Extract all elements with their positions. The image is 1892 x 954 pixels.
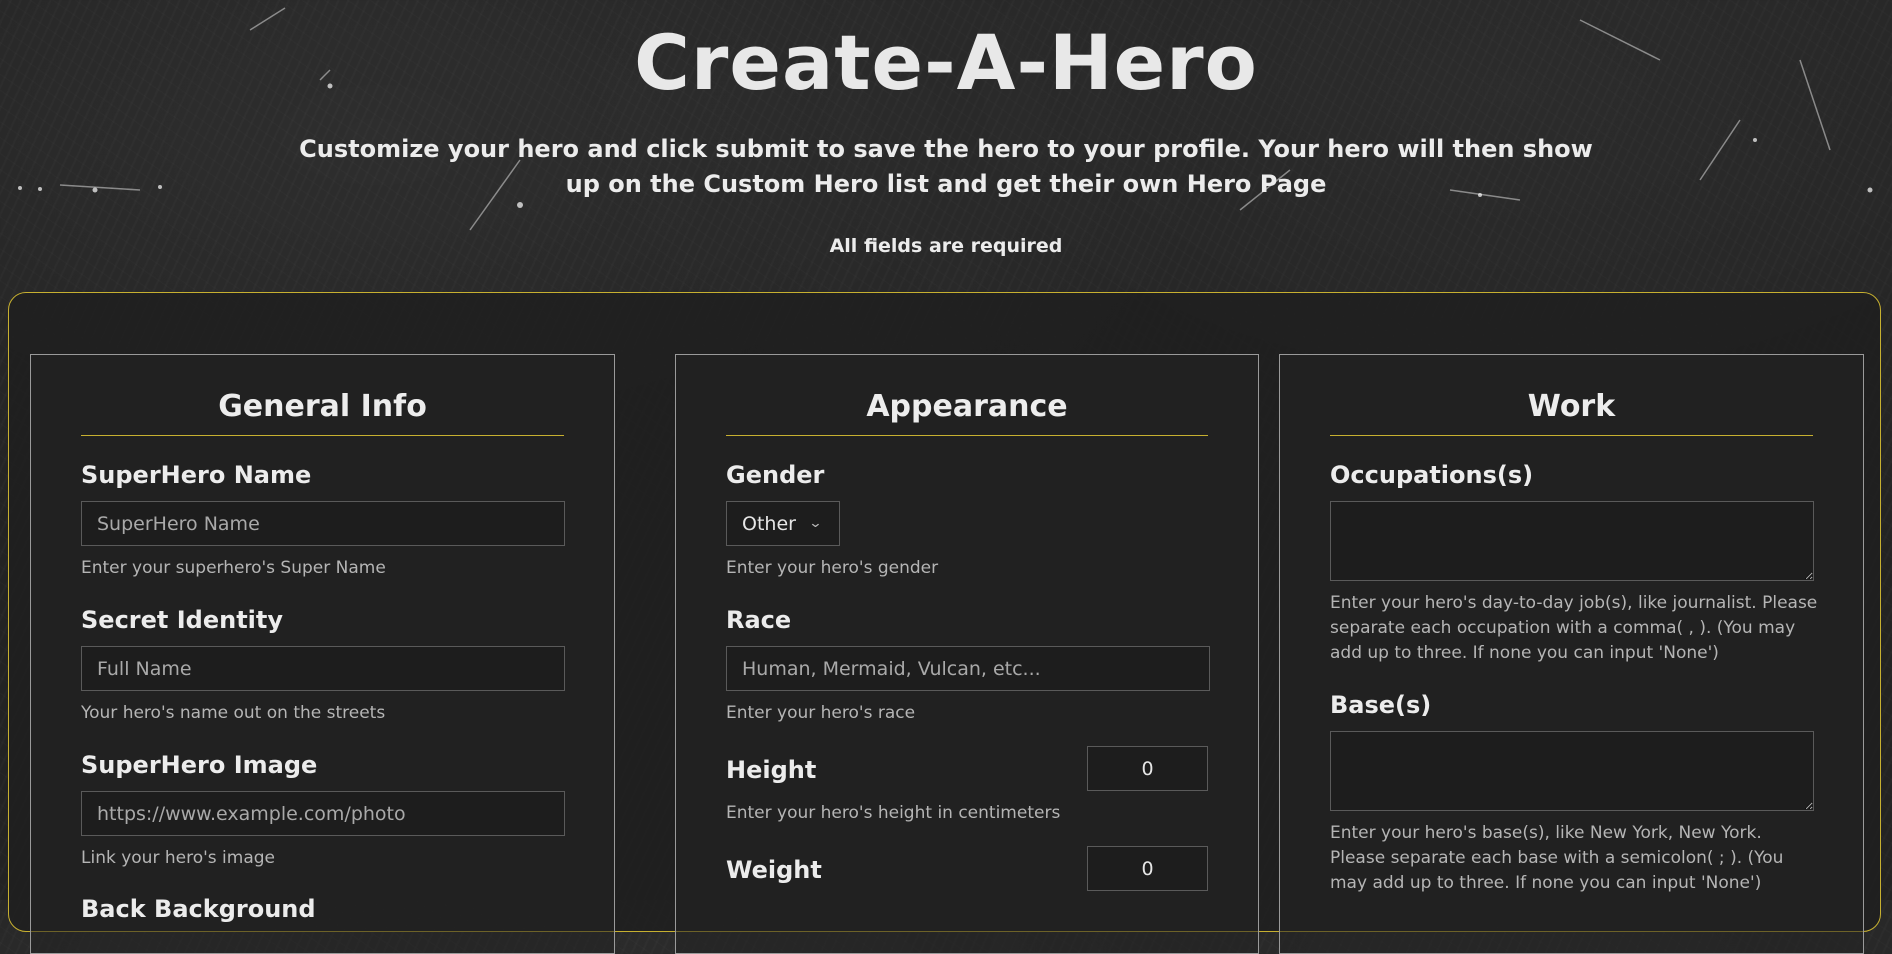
bases-label: Base(s) — [1330, 691, 1432, 719]
title-divider — [81, 435, 564, 436]
general-info-card: General Info SuperHero Name Enter your s… — [30, 354, 615, 954]
superhero-image-input[interactable] — [81, 791, 565, 836]
weight-label: Weight — [726, 856, 822, 884]
race-label: Race — [726, 606, 792, 634]
occupations-label: Occupations(s) — [1330, 461, 1534, 489]
bases-textarea[interactable] — [1330, 731, 1814, 811]
appearance-title: Appearance — [866, 389, 1068, 424]
work-card: Work Occupations(s) Enter your hero's da… — [1279, 354, 1864, 954]
gender-label: Gender — [726, 461, 825, 489]
work-title: Work — [1527, 389, 1616, 424]
gender-help: Enter your hero's gender — [726, 558, 939, 578]
back-background-label: Back Background — [81, 895, 316, 923]
height-help: Enter your hero's height in centimeters — [726, 803, 1061, 823]
intro-text: Customize your hero and click submit to … — [299, 135, 1593, 198]
height-label: Height — [726, 756, 817, 784]
race-input[interactable] — [726, 646, 1210, 691]
occupations-help: Enter your hero's day-to-day job(s), lik… — [1330, 593, 1818, 663]
required-note: All fields are required — [829, 235, 1063, 257]
secret-identity-help: Your hero's name out on the streets — [81, 703, 386, 723]
superhero-name-label: SuperHero Name — [81, 461, 312, 489]
title-divider — [1330, 435, 1813, 436]
title-divider — [726, 435, 1208, 436]
gender-value: Other — [742, 512, 796, 535]
general-info-title: General Info — [218, 389, 427, 424]
secret-identity-label: Secret Identity — [81, 606, 284, 634]
height-input[interactable]: 0 — [1087, 746, 1208, 791]
superhero-name-input[interactable] — [81, 501, 565, 546]
superhero-image-label: SuperHero Image — [81, 751, 318, 779]
page-title: Create-A-Hero — [634, 18, 1258, 107]
appearance-card: Appearance Gender Other ⌄ Enter your her… — [675, 354, 1259, 954]
occupations-textarea[interactable] — [1330, 501, 1814, 581]
secret-identity-input[interactable] — [81, 646, 565, 691]
chevron-down-icon: ⌄ — [808, 516, 823, 531]
bases-help: Enter your hero's base(s), like New York… — [1330, 823, 1784, 893]
superhero-image-help: Link your hero's image — [81, 848, 275, 868]
weight-input[interactable]: 0 — [1087, 846, 1208, 891]
gender-select[interactable]: Other ⌄ — [726, 501, 840, 546]
create-hero-form: General Info SuperHero Name Enter your s… — [8, 292, 1881, 954]
race-help: Enter your hero's race — [726, 703, 916, 723]
superhero-name-help: Enter your superhero's Super Name — [81, 558, 386, 578]
